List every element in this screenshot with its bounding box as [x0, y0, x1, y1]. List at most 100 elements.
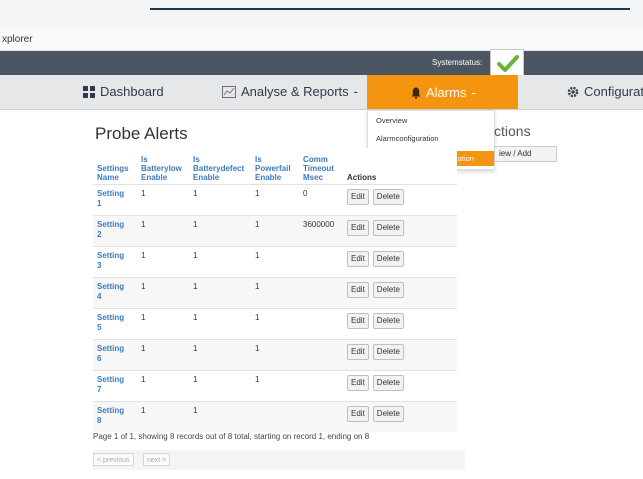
powerfail-cell: 1: [251, 339, 299, 371]
timeout-cell: [299, 277, 343, 309]
chevron-down-icon: -: [353, 84, 359, 99]
timeout-cell: [299, 339, 343, 371]
setting-name-link[interactable]: Setting 2: [93, 215, 137, 247]
edit-button[interactable]: Edit: [347, 189, 369, 205]
table-header-row: Settings Name Is Batterylow Enable Is Batter…: [93, 148, 457, 185]
edit-button[interactable]: Edit: [347, 344, 369, 360]
pagination-bar: < previous next >: [93, 450, 465, 470]
nav-alarms-label: Alarms: [426, 85, 467, 100]
powerfail-cell: 1: [251, 277, 299, 309]
powerfail-cell: 1: [251, 246, 299, 278]
powerfail-cell: 1: [251, 308, 299, 340]
view-add-button[interactable]: iew / Add: [494, 146, 557, 162]
nav-analyse-reports[interactable]: Analyse & Reports -: [222, 84, 358, 99]
nav-configuration-label: Configurati: [584, 84, 643, 99]
probe-alerts-table: Settings Name Is Batterylow Enable Is Batter…: [93, 148, 457, 432]
powerfail-cell: [251, 401, 299, 432]
window-title: xplorer: [2, 34, 33, 45]
table-row: Setting 7 1 1 1 Edit Delete: [93, 370, 457, 402]
timeout-cell: [299, 308, 343, 340]
actions-cell: Edit Delete: [343, 277, 457, 309]
window-titlebar: xplorer: [0, 30, 643, 51]
setting-name-link[interactable]: Setting 8: [93, 401, 137, 432]
bell-icon: [411, 87, 421, 99]
timeout-cell: 0: [299, 184, 343, 216]
edit-button[interactable]: Edit: [347, 406, 369, 422]
col-header-comm-timeout[interactable]: Comm Timeout Msec: [299, 148, 343, 185]
batterydefect-cell: 1: [189, 184, 251, 216]
nav-alarms[interactable]: Alarms -: [367, 75, 518, 109]
batterydefect-cell: 1: [189, 370, 251, 402]
delete-button[interactable]: Delete: [372, 282, 404, 298]
setting-name-link[interactable]: Setting 7: [93, 370, 137, 402]
setting-name-link[interactable]: Setting 6: [93, 339, 137, 371]
main-navbar: Dashboard Analyse & Reports - Configurat…: [0, 75, 643, 110]
menu-item-alarmconfiguration[interactable]: Alarmconfiguration: [376, 134, 439, 143]
pagination-summary: Page 1 of 1, showing 8 records out of 8 …: [93, 432, 370, 441]
delete-button[interactable]: Delete: [372, 313, 404, 329]
check-icon: [497, 55, 519, 72]
batterydefect-cell: 1: [189, 308, 251, 340]
delete-button[interactable]: Delete: [372, 220, 404, 236]
grid-icon: [83, 85, 95, 98]
table-row: Setting 2 1 1 1 3600000 Edit Delete: [93, 215, 457, 247]
batterydefect-cell: 1: [189, 277, 251, 309]
col-header-batterylow[interactable]: Is Batterylow Enable: [137, 148, 189, 185]
table-row: Setting 6 1 1 1 Edit Delete: [93, 339, 457, 371]
table-row: Setting 5 1 1 1 Edit Delete: [93, 308, 457, 340]
next-page-button[interactable]: next >: [143, 453, 171, 466]
setting-name-link[interactable]: Setting 1: [93, 184, 137, 216]
chart-icon: [222, 85, 236, 98]
setting-name-link[interactable]: Setting 5: [93, 308, 137, 340]
delete-button[interactable]: Delete: [372, 189, 404, 205]
edit-button[interactable]: Edit: [347, 375, 369, 391]
batterylow-cell: 1: [137, 184, 189, 216]
batterylow-cell: 1: [137, 401, 189, 432]
menu-item-overview[interactable]: Overview: [376, 116, 407, 125]
nav-configuration[interactable]: Configurati: [567, 84, 643, 99]
table-row: Setting 8 1 1 Edit Delete: [93, 401, 457, 432]
browser-top-strip: [0, 0, 643, 30]
batterylow-cell: 1: [137, 277, 189, 309]
batterydefect-cell: 1: [189, 246, 251, 278]
powerfail-cell: 1: [251, 215, 299, 247]
edit-button[interactable]: Edit: [347, 251, 369, 267]
batterydefect-cell: 1: [189, 215, 251, 247]
delete-button[interactable]: Delete: [372, 375, 404, 391]
batterylow-cell: 1: [137, 370, 189, 402]
status-bar: Systemstatus:: [0, 51, 643, 75]
edit-button[interactable]: Edit: [347, 220, 369, 236]
delete-button[interactable]: Delete: [372, 406, 404, 422]
previous-page-button[interactable]: < previous: [93, 453, 134, 466]
chevron-down-icon: -: [471, 85, 476, 100]
actions-cell: Edit Delete: [343, 370, 457, 402]
powerfail-cell: 1: [251, 370, 299, 402]
edit-button[interactable]: Edit: [347, 282, 369, 298]
delete-button[interactable]: Delete: [372, 251, 404, 267]
setting-name-link[interactable]: Setting 4: [93, 277, 137, 309]
setting-name-link[interactable]: Setting 3: [93, 246, 137, 278]
actions-cell: Edit Delete: [343, 215, 457, 247]
actions-cell: Edit Delete: [343, 308, 457, 340]
timeout-cell: [299, 246, 343, 278]
table-row: Setting 4 1 1 1 Edit Delete: [93, 277, 457, 309]
col-header-powerfail[interactable]: Is Powerfail Enable: [251, 148, 299, 185]
batterydefect-cell: 1: [189, 401, 251, 432]
edit-button[interactable]: Edit: [347, 313, 369, 329]
table-row: Setting 3 1 1 1 Edit Delete: [93, 246, 457, 278]
col-header-settings-name[interactable]: Settings Name: [93, 148, 137, 185]
col-header-batterydefect[interactable]: Is Batterydefect Enable: [189, 148, 251, 185]
delete-button[interactable]: Delete: [372, 344, 404, 360]
divider-line: [150, 8, 630, 10]
actions-cell: Edit Delete: [343, 184, 457, 216]
powerfail-cell: 1: [251, 184, 299, 216]
gear-icon: [567, 86, 579, 97]
page-title: Probe Alerts: [95, 124, 188, 143]
nav-dashboard[interactable]: Dashboard: [83, 84, 164, 99]
timeout-cell: [299, 370, 343, 402]
actions-cell: Edit Delete: [343, 246, 457, 278]
table-row: Setting 1 1 1 1 0 Edit Delete: [93, 184, 457, 216]
batterylow-cell: 1: [137, 308, 189, 340]
timeout-cell: 3600000: [299, 215, 343, 247]
system-status-label: Systemstatus:: [432, 58, 483, 67]
